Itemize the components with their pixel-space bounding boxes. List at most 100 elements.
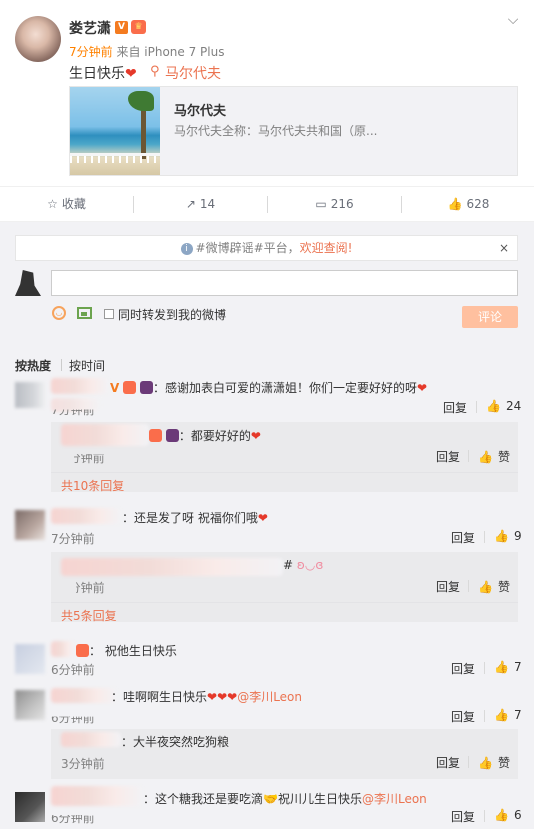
thumb-up-icon: 👍 [494, 660, 509, 674]
favorite-label: 收藏 [61, 197, 86, 211]
comment-item: ： 祝他生日快乐 6分钟前 回复 👍 7 [0, 640, 534, 680]
commenter-avatar[interactable] [15, 792, 45, 822]
post-source: 来自 iPhone 7 Plus [116, 45, 225, 59]
notice-text: #微博辟谣#平台， [195, 241, 300, 255]
vip-crown-icon: ♛ [131, 20, 146, 34]
commenter-avatar[interactable] [15, 690, 45, 720]
submit-comment-button[interactable]: 评论 [462, 306, 518, 328]
sub-reply-box: ：都要好好的❤ 6分钟前 回复 👍 赞 共10条回复 [51, 422, 518, 494]
sub-like-button[interactable]: 👍 赞 [478, 578, 510, 595]
post-location[interactable]: 马尔代夫 [165, 63, 221, 83]
comment-item: ：还是发了呀 祝福你们哦❤ 7分钟前 回复 👍 9 # ʚ◡ɞ 6分钟前 回复 👍… [0, 504, 534, 624]
post-time[interactable]: 7分钟前 [69, 45, 113, 59]
repost-checkbox-label: 同时转发到我的微博 [118, 308, 227, 322]
sub-like-button[interactable]: 👍 赞 [478, 754, 510, 771]
post-text: 生日快乐❤ [69, 63, 137, 83]
repost-checkbox[interactable] [104, 309, 114, 319]
comment-like-count: 7 [513, 660, 522, 674]
comment-like-count: 9 [513, 529, 522, 543]
sub-like-button[interactable]: 👍 赞 [478, 448, 510, 465]
comment-like-button[interactable]: 👍 24 [486, 399, 521, 413]
mention-link[interactable]: @李川Leon [237, 690, 302, 704]
image-icon[interactable] [77, 307, 92, 319]
thumb-up-icon: 👍 [478, 580, 493, 594]
comment-body: ：这个糖我还是要吃滴 [143, 792, 264, 806]
heart-emoji-icon: ❤ [416, 381, 428, 395]
view-more-replies-link[interactable]: 共10条回复 [61, 477, 124, 494]
reply-button[interactable]: 回复 [451, 529, 475, 546]
sort-by-hot[interactable]: 按热度 [15, 357, 51, 374]
comment-like-button[interactable]: 👍 7 [494, 660, 522, 674]
comment-body: 祝他生日快乐 [104, 644, 177, 658]
comment-count: 216 [330, 197, 354, 211]
comment-input[interactable] [51, 270, 518, 296]
thumb-up-icon: 👍 [447, 197, 463, 211]
reply-button[interactable]: 回复 [443, 399, 467, 416]
comment-text: ：还是发了呀 祝福你们哦❤ [122, 509, 268, 526]
comment-like-button[interactable]: 👍 9 [494, 529, 522, 543]
comment-like-count: 24 [505, 399, 522, 413]
rumor-notice: i #微博辟谣#平台，欢迎查阅! × [15, 235, 518, 261]
notice-link[interactable]: 欢迎查阅! [300, 241, 353, 255]
heart-emoji-icon: ❤ [125, 66, 137, 82]
emoji-icon[interactable]: ◡ [52, 306, 66, 320]
member-badge-icon [139, 381, 153, 394]
member-badge-icon [165, 429, 179, 442]
comment-like-button[interactable]: 👍 7 [494, 708, 522, 722]
comment-text: V ：感谢加表白可爱的潇潇姐！你们一定要好好的呀❤ [110, 379, 427, 396]
comment-text: ： 祝他生日快乐 [76, 642, 177, 659]
sub-reply-body: ：都要好好的 [178, 429, 251, 443]
repost-button[interactable]: ↗ 14 [134, 187, 267, 221]
reply-button[interactable]: 回复 [436, 578, 460, 595]
comment-section: i #微博辟谣#平台，欢迎查阅! × ◡ 同时转发到我的微博 评论 按热度 按时间… [0, 222, 534, 829]
sub-reply-text: ：都要好好的❤ [149, 427, 261, 444]
comment-item: ：这个糖我还是要吃滴🤝祝川儿生日快乐@李川Leon 6分钟前 回复 👍 6 [0, 786, 534, 828]
reply-button[interactable]: 回复 [451, 660, 475, 677]
sub-reply-box: ：大半夜突然吃狗粮 3分钟前 回复 👍 赞 [51, 729, 518, 779]
comment-like-count: 7 [513, 708, 522, 722]
heart-emoji-icon: ❤ [257, 511, 268, 525]
comment-like-button[interactable]: 👍 6 [494, 808, 522, 822]
card-description: 马尔代夫全称：马尔代夫共和国（原... [174, 124, 378, 138]
mention-link[interactable]: @李川Leon [362, 792, 427, 806]
comment-body: ：还是发了呀 祝福你们哦 [122, 511, 258, 525]
reply-button[interactable]: 回复 [436, 754, 460, 771]
favorite-button[interactable]: ☆ 收藏 [0, 187, 133, 221]
sort-by-time[interactable]: 按时间 [69, 357, 105, 374]
reply-button[interactable]: 回复 [451, 808, 475, 825]
pig-emoji-icon: ʚ◡ɞ [293, 558, 324, 572]
like-button[interactable]: 👍 628 [402, 187, 534, 221]
sub-reply-box: # ʚ◡ɞ 6分钟前 回复 👍 赞 共5条回复 [51, 552, 518, 624]
comment-item: ：哇啊啊生日快乐❤❤❤@李川Leon 6分钟前 回复 👍 7 ：大半夜突然吃狗粮 … [0, 686, 534, 786]
reply-button[interactable]: 回复 [436, 448, 460, 465]
handshake-emoji-icon: 🤝 [263, 792, 278, 806]
like-count: 628 [466, 197, 490, 211]
vip-crown-icon [76, 644, 89, 657]
username[interactable]: 娄艺潇 [69, 18, 111, 38]
comment-time: 6分钟前 [51, 711, 95, 725]
sub-like-label: 赞 [497, 450, 510, 464]
sub-reply-body: # [283, 558, 294, 572]
view-more-replies-link[interactable]: 共5条回复 [61, 607, 117, 624]
comment-icon: ▭ [315, 197, 327, 211]
commenter-avatar[interactable] [15, 644, 45, 674]
comment-time: 6分钟前 [51, 663, 95, 677]
commenter-avatar[interactable] [15, 382, 45, 408]
vip-crown-icon [123, 381, 137, 394]
card-title: 马尔代夫 [174, 104, 227, 119]
comment-like-count: 6 [513, 808, 522, 822]
location-pin-icon: ⚲ [150, 64, 160, 79]
comment-button[interactable]: ▭ 216 [268, 187, 401, 221]
comment-body-2: 祝川儿生日快乐 [277, 792, 362, 806]
location-card[interactable]: 马尔代夫 马尔代夫全称：马尔代夫共和国（原... [69, 86, 518, 176]
commenter-avatar[interactable] [15, 510, 45, 540]
avatar[interactable] [15, 16, 61, 62]
comment-text: ：哇啊啊生日快乐❤❤❤@李川Leon [111, 688, 302, 705]
repost-count: 14 [199, 197, 216, 211]
chevron-down-icon[interactable]: ⌵ [505, 12, 521, 28]
thumb-up-icon: 👍 [494, 529, 509, 543]
comment-time: 6分钟前 [51, 811, 95, 825]
verified-badge-icon: V [115, 21, 128, 34]
reply-button[interactable]: 回复 [451, 708, 475, 725]
close-icon[interactable]: × [499, 236, 509, 260]
